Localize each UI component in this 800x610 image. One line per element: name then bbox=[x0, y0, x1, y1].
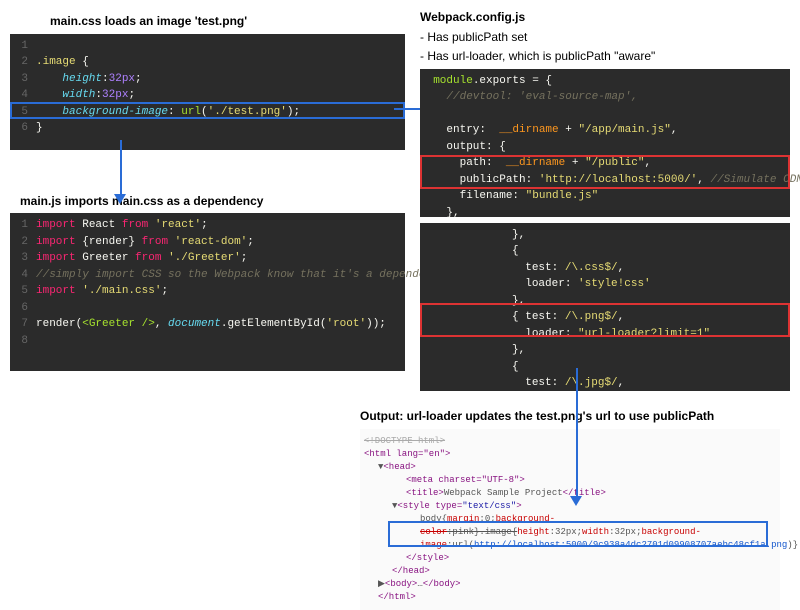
caption-webpack-line2: - Has publicPath set bbox=[420, 30, 790, 46]
arrow-css-to-js bbox=[120, 140, 122, 196]
caption-js: main.js imports main.css as a dependency bbox=[10, 194, 405, 210]
caption-output: Output: url-loader updates the test.png'… bbox=[360, 409, 780, 425]
arrow-webpack-to-output bbox=[576, 368, 578, 498]
caption-webpack-line3: - Has url-loader, which is publicPath "a… bbox=[420, 49, 790, 65]
caption-webpack-title: Webpack.config.js bbox=[420, 10, 790, 26]
arrow-webpack-to-output-head bbox=[570, 496, 582, 506]
editor-webpack-top: module.exports = { //devtool: 'eval-sour… bbox=[420, 69, 790, 217]
arrow-css-to-webpack bbox=[394, 108, 420, 110]
output-html-pane: <!DOCTYPE html> <html lang="en"> ▼<head>… bbox=[360, 429, 780, 610]
arrow-css-to-js-head bbox=[114, 194, 126, 204]
editor-webpack-loaders: }, { test: /\.css$/, loader: 'style!css'… bbox=[420, 223, 790, 391]
editor-main-css: 1 2.image { 3 height:32px; 4 width:32px;… bbox=[10, 34, 405, 150]
caption-css: main.css loads an image 'test.png' bbox=[10, 14, 405, 30]
editor-main-js: 1import React from 'react'; 2import {ren… bbox=[10, 213, 405, 371]
